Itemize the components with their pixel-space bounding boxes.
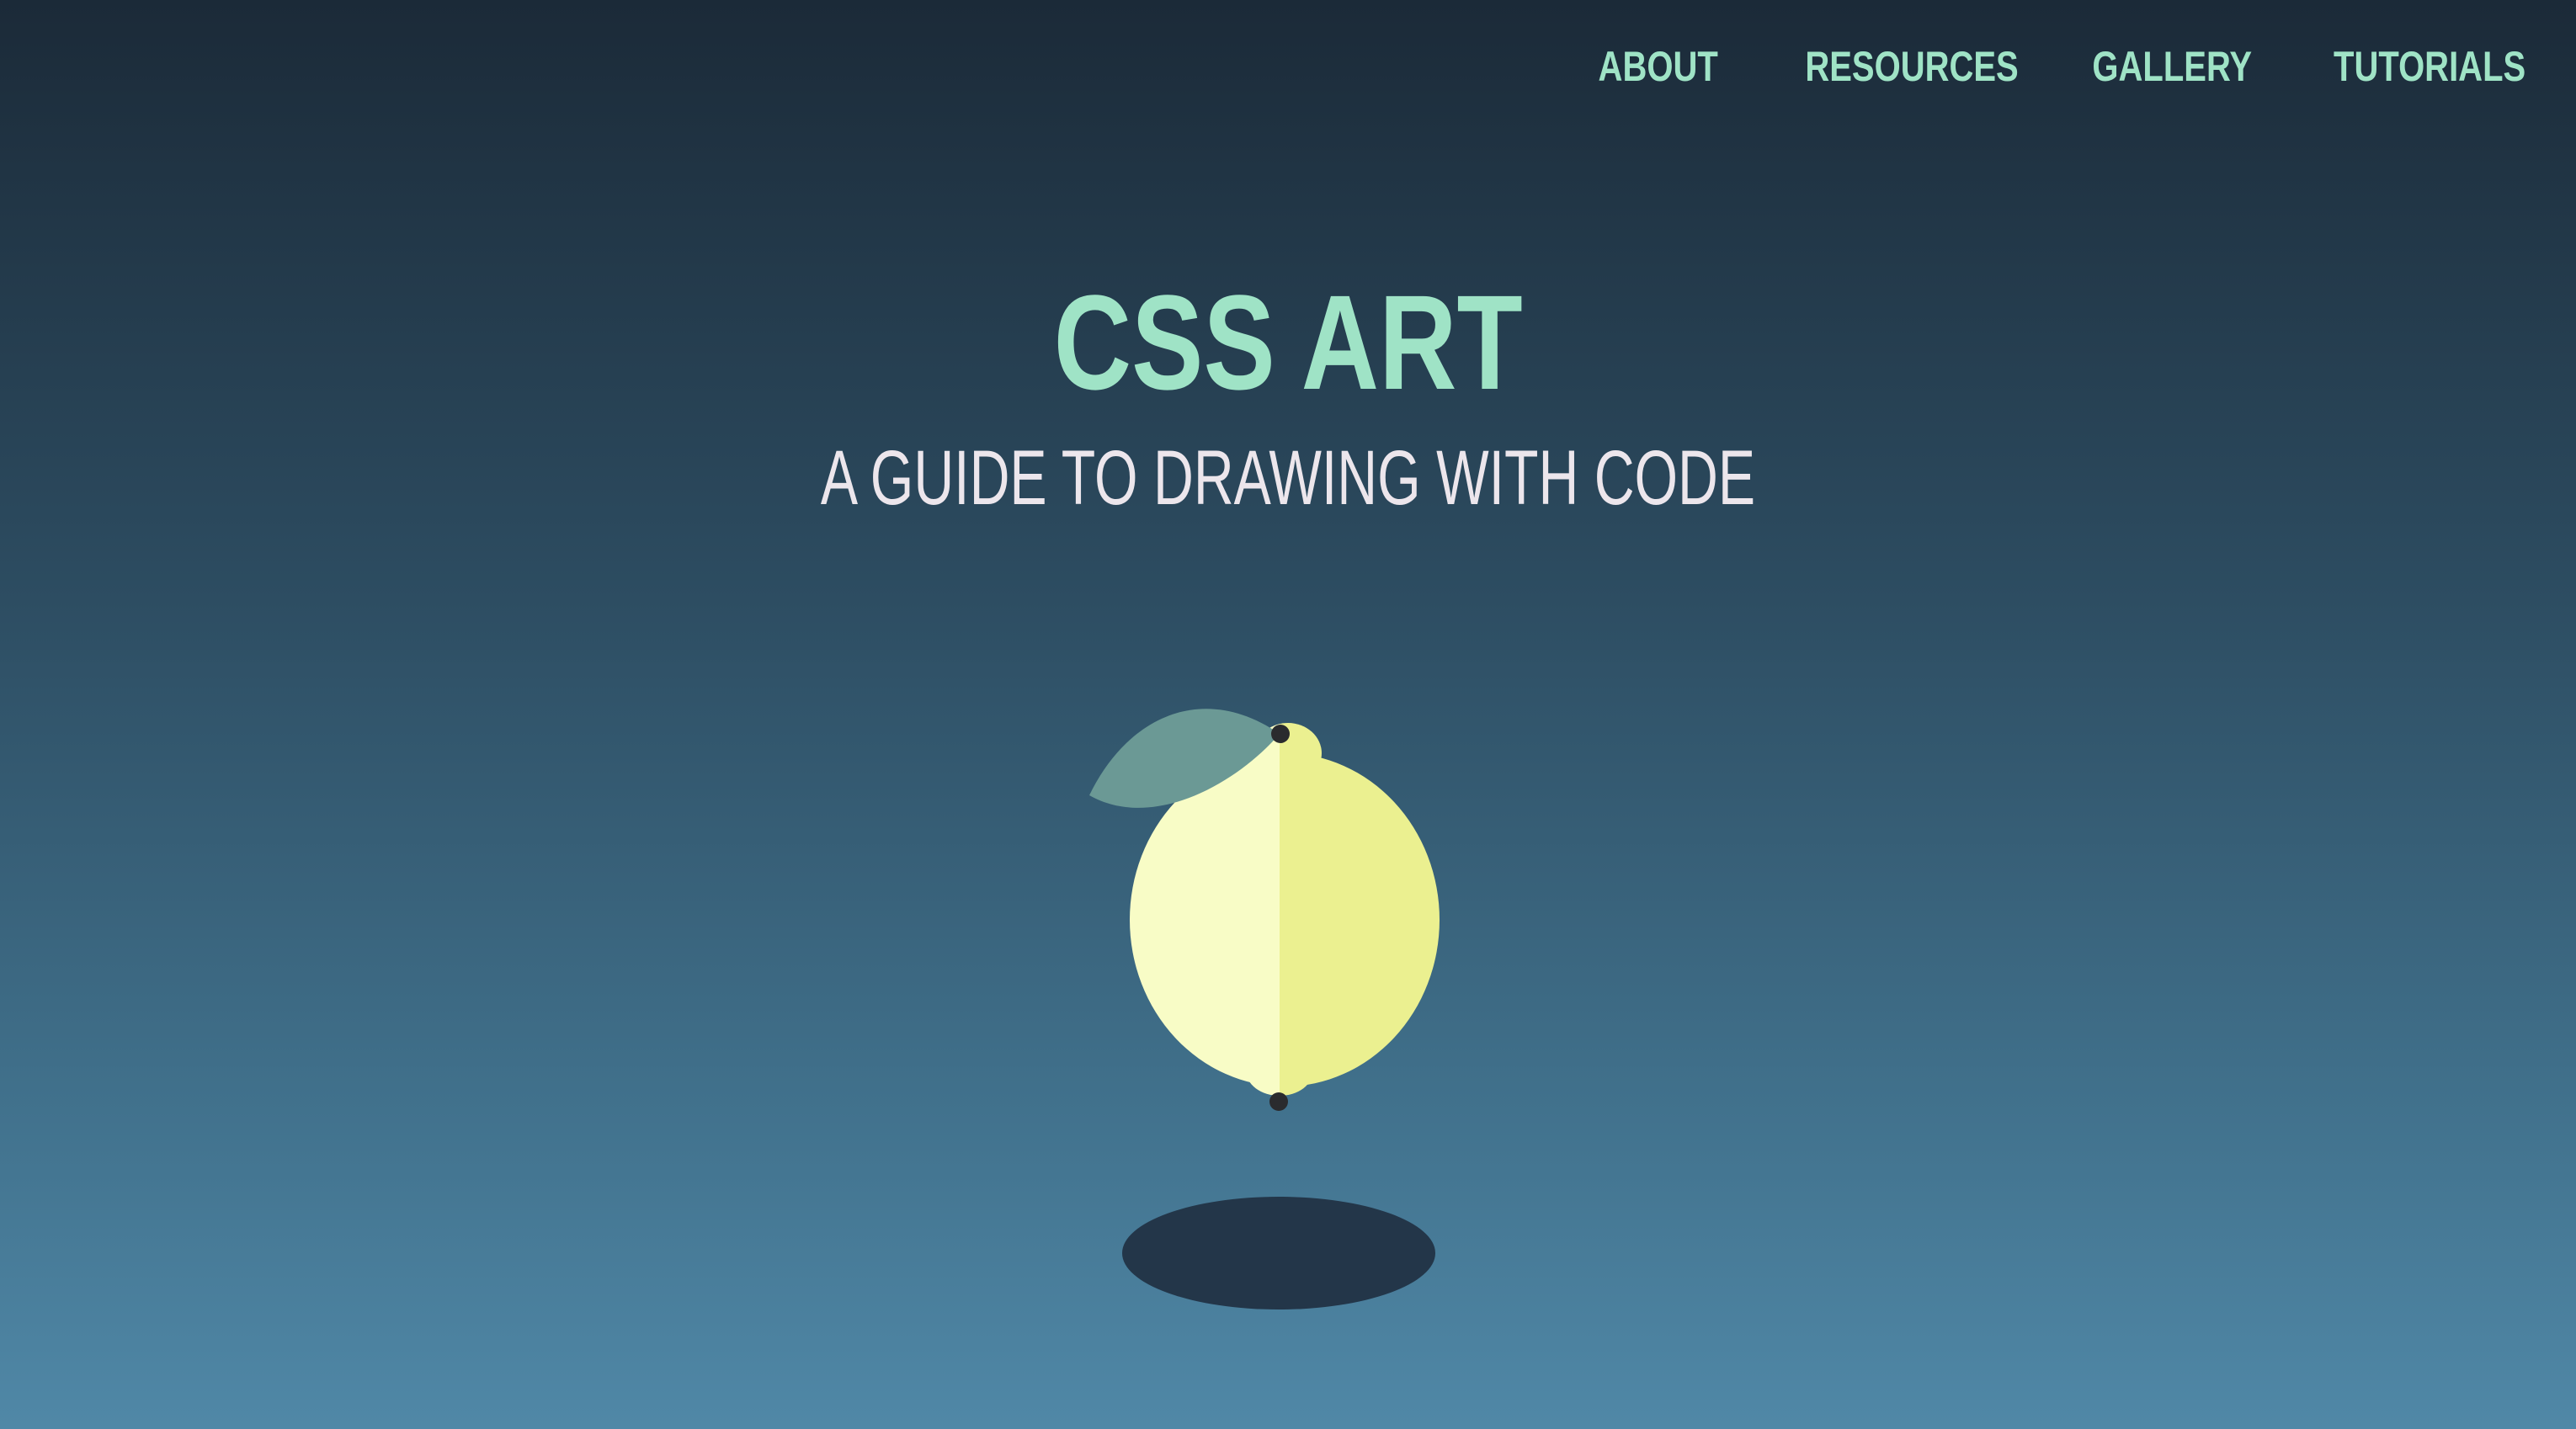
nav-link-gallery[interactable]: GALLERY — [2092, 42, 2252, 91]
lemon-illustration — [1078, 690, 1482, 1330]
lemon-shadow — [1122, 1197, 1435, 1309]
top-navigation: ABOUT RESOURCES GALLERY TUTORIALS — [1535, 40, 2525, 93]
nav-link-about[interactable]: ABOUT — [1599, 42, 1718, 91]
stem-dot-bottom — [1269, 1092, 1288, 1111]
page-subtitle: A GUIDE TO DRAWING WITH CODE — [0, 436, 2576, 520]
page-title-text: CSS ART — [1053, 267, 1523, 417]
nav-link-resources[interactable]: RESOURCES — [1805, 42, 2018, 91]
stem-dot-top — [1271, 725, 1290, 743]
nav-link-tutorials[interactable]: TUTORIALS — [2334, 42, 2525, 91]
lemon-icon — [1089, 709, 1440, 1309]
page-subtitle-text: A GUIDE TO DRAWING WITH CODE — [820, 435, 1756, 521]
page-title: CSS ART — [0, 271, 2576, 414]
